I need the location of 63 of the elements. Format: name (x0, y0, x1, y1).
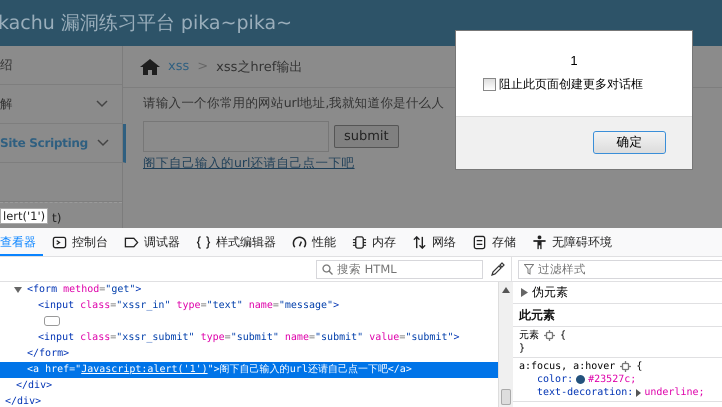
color-swatch[interactable] (576, 375, 586, 384)
crosshair-icon[interactable] (620, 361, 632, 372)
section-title[interactable]: 伪元素 (532, 284, 568, 301)
tag-icon (124, 234, 139, 250)
rule-selector: a:focus, a:hover (519, 360, 616, 373)
breadcrumb-current: xss之href输出 (216, 58, 302, 76)
gauge-icon (292, 234, 307, 250)
alert-message: 1 (569, 52, 579, 68)
braces-icon (196, 234, 211, 250)
sidebar-item[interactable]: 绍 (0, 46, 122, 85)
breadcrumb-separator: > (197, 59, 208, 74)
brace: } (519, 342, 526, 355)
scroll-up-icon[interactable] (502, 287, 510, 293)
devtools-tab[interactable]: 控制台 (43, 228, 115, 256)
html-node[interactable]: <input class="xssr_in" type="text" name="message"> (38, 300, 340, 311)
devtools-tab[interactable]: 性能 (283, 228, 343, 256)
home-icon[interactable] (140, 58, 160, 75)
console-icon (52, 234, 67, 250)
brace: { (636, 360, 642, 373)
html-node[interactable]: </div> (16, 380, 52, 391)
filter-field[interactable]: 过滤样式 (518, 260, 722, 278)
css-property[interactable]: color: (537, 373, 574, 386)
collapsed-triangle-icon[interactable] (521, 288, 528, 297)
expand-triangle-icon[interactable] (636, 388, 642, 396)
filter-input[interactable]: 过滤样式 (538, 262, 678, 276)
html-node[interactable]: </div> (5, 396, 42, 407)
search-field[interactable]: 搜索 HTML (316, 260, 483, 278)
section-title: 此元素 (519, 306, 555, 324)
chevron-down-icon (97, 139, 109, 147)
chip-icon (352, 234, 367, 250)
tooltip: lert('1') (0, 208, 48, 224)
crosshair-icon[interactable] (544, 330, 555, 341)
css-property[interactable]: text-decoration: (537, 386, 634, 399)
filter-icon (524, 264, 534, 274)
html-node[interactable]: <input class="xssr_submit" type="submit" name="submit" value="submit"> (38, 332, 460, 343)
search-icon (322, 264, 333, 274)
scrollbar-thumb[interactable] (501, 389, 511, 405)
storage-icon (472, 234, 487, 250)
devtools-tab[interactable]: 调试器 (115, 228, 187, 256)
checkbox[interactable] (483, 78, 496, 91)
html-node[interactable]: </form> (27, 348, 70, 359)
site-title: kachu 漏洞练习平台 pika~pika~ (0, 11, 292, 36)
prompt-text: 请输入一个你常用的网站url地址,我就知道你是什么人 (143, 95, 446, 112)
person-icon (532, 234, 547, 250)
devtools-tab[interactable]: 无障碍环境 (523, 228, 619, 256)
html-node[interactable]: <form method="get"> (27, 284, 142, 295)
submit-button[interactable]: submit (334, 125, 399, 148)
rule-selector: 元素 (519, 329, 539, 342)
arrows-icon (412, 234, 427, 250)
ok-button[interactable]: 确定 (593, 131, 666, 154)
brace: { (560, 329, 566, 342)
devtools-tab[interactable]: 网络 (403, 228, 463, 256)
css-value[interactable]: #23527c; (588, 373, 636, 386)
devtools-tab[interactable]: 样式编辑器 (187, 228, 283, 256)
search-input[interactable]: 搜索 HTML (337, 262, 477, 276)
sidebar-item[interactable]: 解 (0, 85, 122, 124)
whitespace-badge[interactable] (44, 316, 60, 326)
chevron-down-icon (96, 100, 108, 108)
css-value[interactable]: underline; (644, 386, 705, 399)
devtools-tab[interactable]: 内存 (343, 228, 403, 256)
devtools-tab[interactable]: 存储 (463, 228, 523, 256)
expanded-triangle-icon[interactable] (14, 286, 22, 294)
checkbox-label: 阻止此页面创建更多对话框 (499, 76, 643, 93)
